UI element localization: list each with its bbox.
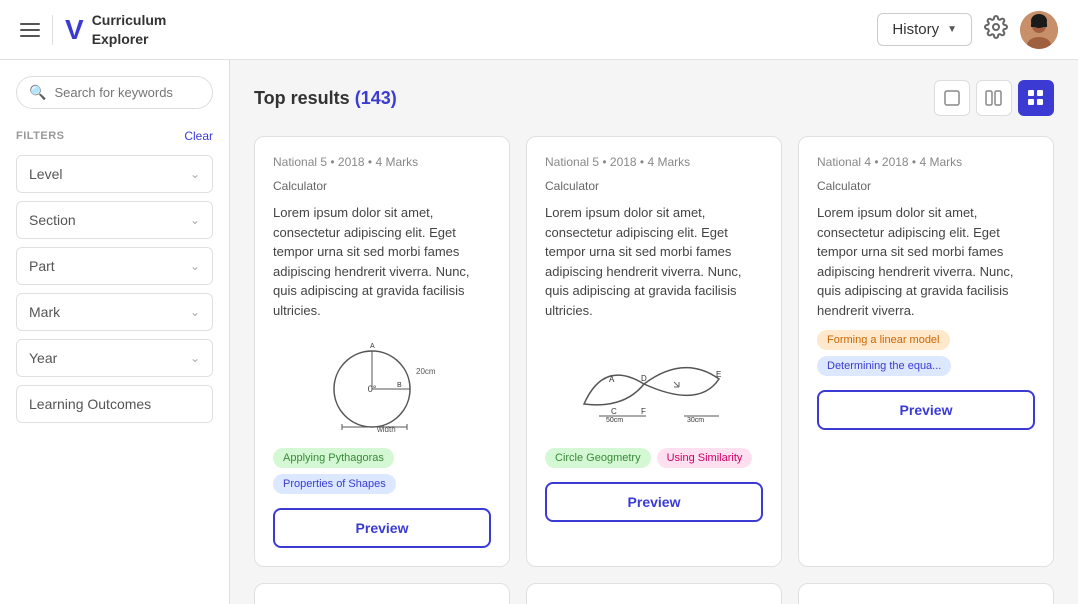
card-tag: Forming a linear model bbox=[817, 330, 950, 350]
logo-v-icon: V bbox=[65, 16, 84, 44]
avatar-svg bbox=[1020, 11, 1058, 49]
chevron-down-icon: ⌄ bbox=[190, 305, 200, 319]
svg-text:B: B bbox=[397, 382, 402, 389]
split-view-icon bbox=[985, 89, 1003, 107]
filter-label: Level bbox=[29, 166, 62, 182]
card-body: Lorem ipsum dolor sit amet, consectetur … bbox=[273, 203, 491, 320]
chevron-down-icon: ⌄ bbox=[190, 167, 200, 181]
chevron-down-icon: ⌄ bbox=[190, 259, 200, 273]
card-tag: Circle Geogmetry bbox=[545, 448, 651, 468]
logo[interactable]: V Curriculum Explorer bbox=[65, 11, 166, 47]
learning-outcomes-filter[interactable]: Learning Outcomes bbox=[16, 385, 213, 423]
card-body: Lorem ipsum dolor sit amet, consectetur … bbox=[817, 203, 1035, 320]
bottom-cards-grid: National 4 • 2018 • 4 Marks Calculator N… bbox=[254, 583, 1054, 604]
grid-view-icon bbox=[1027, 89, 1045, 107]
hamburger-icon[interactable] bbox=[20, 23, 40, 37]
filter-item-section[interactable]: Section ⌄ bbox=[16, 201, 213, 239]
filter-item-mark[interactable]: Mark ⌄ bbox=[16, 293, 213, 331]
search-input[interactable] bbox=[54, 85, 200, 100]
card-item: National 4 • 2018 • 4 Marks Calculator L… bbox=[798, 136, 1054, 567]
card-type: Calculator bbox=[273, 179, 491, 193]
card-meta: National 4 • 2018 • 4 Marks bbox=[817, 155, 1035, 169]
preview-button[interactable]: Preview bbox=[817, 390, 1035, 430]
svg-text:20cm: 20cm bbox=[416, 367, 436, 376]
card-body: Lorem ipsum dolor sit amet, consectetur … bbox=[545, 203, 763, 320]
header-divider bbox=[52, 15, 53, 45]
chevron-down-icon: ▼ bbox=[947, 24, 957, 35]
svg-text:width: width bbox=[376, 425, 396, 434]
card-tag: Applying Pythagoras bbox=[273, 448, 394, 468]
svg-text:E: E bbox=[716, 370, 721, 379]
svg-text:F: F bbox=[641, 407, 646, 416]
header: V Curriculum Explorer History ▼ bbox=[0, 0, 1078, 60]
card-tags: Applying Pythagoras Properties of Shapes bbox=[273, 448, 491, 494]
chevron-down-icon: ⌄ bbox=[190, 351, 200, 365]
avatar[interactable] bbox=[1020, 11, 1058, 49]
layout: 🔍 FILTERS Clear Level ⌄ Section ⌄ Part ⌄ Mark ⌄… bbox=[0, 60, 1078, 604]
card-tags: Circle Geogmetry Using Similarity bbox=[545, 448, 763, 468]
card-tag: Using Similarity bbox=[657, 448, 753, 468]
filters-label: FILTERS bbox=[16, 130, 65, 142]
history-label: History bbox=[892, 21, 939, 38]
view-single-button[interactable] bbox=[934, 80, 970, 116]
single-view-icon bbox=[943, 89, 961, 107]
card-meta: National 5 • 2018 • 4 Marks bbox=[545, 155, 763, 169]
view-split-button[interactable] bbox=[976, 80, 1012, 116]
filter-label: Mark bbox=[29, 304, 60, 320]
card-item: National 5 • 2018 • 4 Marks Calculator L… bbox=[254, 136, 510, 567]
filter-label: Year bbox=[29, 350, 57, 366]
results-header: Top results (143) bbox=[254, 80, 1054, 116]
main-content: Top results (143) National 5 • 2018 • 4 … bbox=[230, 60, 1078, 604]
cards-grid: National 5 • 2018 • 4 Marks Calculator L… bbox=[254, 136, 1054, 567]
view-toggles bbox=[934, 80, 1054, 116]
filter-label: Part bbox=[29, 258, 55, 274]
history-dropdown[interactable]: History ▼ bbox=[877, 13, 972, 46]
card-item-partial: National 4 • 2018 • 4 Marks Calculator bbox=[798, 583, 1054, 604]
search-icon: 🔍 bbox=[29, 84, 46, 101]
svg-text:30cm: 30cm bbox=[687, 417, 704, 424]
preview-button[interactable]: Preview bbox=[273, 508, 491, 548]
filter-label: Section bbox=[29, 212, 76, 228]
card-tag: Determining the equa... bbox=[817, 356, 951, 376]
card-type: Calculator bbox=[545, 179, 763, 193]
sidebar: 🔍 FILTERS Clear Level ⌄ Section ⌄ Part ⌄ Mark ⌄… bbox=[0, 60, 230, 604]
gear-icon bbox=[984, 15, 1008, 39]
card-meta: National 5 • 2018 • 4 Marks bbox=[273, 155, 491, 169]
settings-button[interactable] bbox=[984, 15, 1008, 45]
filter-item-part[interactable]: Part ⌄ bbox=[16, 247, 213, 285]
card-diagram: 0° 20cm width B A bbox=[273, 334, 491, 434]
card-tag: Properties of Shapes bbox=[273, 474, 396, 494]
svg-text:A: A bbox=[609, 375, 615, 384]
avatar-image bbox=[1020, 11, 1058, 49]
filters-header: FILTERS Clear bbox=[16, 129, 213, 143]
card-item: National 5 • 2018 • 4 Marks Calculator L… bbox=[526, 136, 782, 567]
results-title: Top results (143) bbox=[254, 88, 397, 109]
svg-text:A: A bbox=[370, 343, 375, 350]
clear-filters-button[interactable]: Clear bbox=[184, 129, 213, 143]
svg-text:D: D bbox=[641, 374, 647, 383]
header-right: History ▼ bbox=[877, 11, 1058, 49]
results-count: (143) bbox=[355, 88, 397, 108]
header-left: V Curriculum Explorer bbox=[20, 11, 166, 47]
filter-item-year[interactable]: Year ⌄ bbox=[16, 339, 213, 377]
filter-item-level[interactable]: Level ⌄ bbox=[16, 155, 213, 193]
card-diagram: A D E C F 50cm 30cm bbox=[545, 334, 763, 434]
card-item-partial: National 4 • 2018 • 4 Marks Calculator bbox=[526, 583, 782, 604]
view-grid-button[interactable] bbox=[1018, 80, 1054, 116]
svg-text:50cm: 50cm bbox=[606, 417, 623, 424]
logo-text: Curriculum Explorer bbox=[92, 11, 167, 47]
card-item-partial: National 4 • 2018 • 4 Marks Calculator bbox=[254, 583, 510, 604]
search-box[interactable]: 🔍 bbox=[16, 76, 213, 109]
svg-text:C: C bbox=[611, 407, 617, 416]
preview-button[interactable]: Preview bbox=[545, 482, 763, 522]
card-tags: Forming a linear model Determining the eq… bbox=[817, 330, 1035, 376]
chevron-down-icon: ⌄ bbox=[190, 213, 200, 227]
card-type: Calculator bbox=[817, 179, 1035, 193]
filter-items: Level ⌄ Section ⌄ Part ⌄ Mark ⌄ Year ⌄ bbox=[16, 155, 213, 377]
